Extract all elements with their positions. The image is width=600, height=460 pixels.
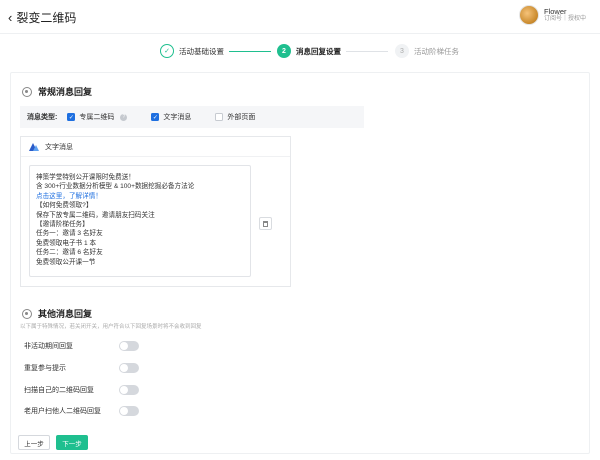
message-line: 免费领取电子书 1 本 xyxy=(36,239,97,247)
message-line: 【邀请阶梯任务】 xyxy=(36,221,89,229)
message-line: 免费领取公开课一节 xyxy=(36,258,96,266)
back-button[interactable]: ‹ 裂变二维码 xyxy=(8,9,76,26)
message-line: 保存下放专属二维码，邀请朋友扫码关注 xyxy=(36,211,155,219)
text-message-panel: 文字消息 神策学堂特别公开课限时免费送！ 含 300+行业数据分析模型 & 100… xyxy=(20,136,291,287)
message-textarea[interactable]: 神策学堂特别公开课限时免费送！ 含 300+行业数据分析模型 & 100+数据挖掘… xyxy=(29,165,251,277)
step-connector xyxy=(346,51,388,52)
checkbox-text-message[interactable]: ✓ 文字消息 xyxy=(151,112,191,122)
user-role: 订阅号｜授权中 xyxy=(543,15,586,22)
step-connector xyxy=(229,51,271,52)
toggle-label: 重复参与提示 xyxy=(24,365,66,372)
section-title: 常规消息回复 xyxy=(38,87,93,97)
panel-header: 文字消息 xyxy=(21,137,290,157)
toggle-switch[interactable] xyxy=(119,341,139,351)
mountain-logo-icon xyxy=(29,142,39,151)
message-line: 神策学堂特别公开课限时免费送！ xyxy=(36,174,135,181)
step-number: 3 xyxy=(395,44,409,58)
checkbox-label: 外部页面 xyxy=(227,114,256,121)
regular-reply-heading: 常规消息回复 xyxy=(22,85,92,98)
step-number: 2 xyxy=(277,44,291,58)
user-profile[interactable]: Flower 订阅号｜授权中 xyxy=(518,5,586,25)
info-icon[interactable]: ? xyxy=(120,113,128,121)
toggle-row-old-user: 老用户扫他人二维码回复 xyxy=(24,406,139,416)
step-progress: ✓ 活动基础设置 2 消息回复设置 3 活动阶梯任务 xyxy=(0,36,600,68)
other-reply-heading: 其他消息回复 xyxy=(22,307,92,320)
page-title: 裂变二维码 xyxy=(16,11,77,25)
checkbox-external-page[interactable]: 外部页面 xyxy=(215,112,255,122)
message-type-bar: 消息类型: ✓ 专属二维码 ? ✓ 文字消息 外部页面 xyxy=(20,106,364,128)
prev-step-button[interactable]: 上一步 xyxy=(18,435,50,450)
toggle-row-off-period: 非活动期间回复 xyxy=(24,341,139,351)
step-check-icon: ✓ xyxy=(160,44,174,58)
message-type-label: 消息类型: xyxy=(27,114,58,121)
avatar[interactable] xyxy=(518,5,539,25)
toggle-label: 老用户扫他人二维码回复 xyxy=(24,408,101,415)
message-line: 【如何免费领取?】 xyxy=(36,202,93,210)
step-label: 活动基础设置 xyxy=(179,46,224,56)
message-line: 含 300+行业数据分析模型 & 100+数据挖掘必备方法论 xyxy=(36,183,195,191)
checkbox-label: 专属二维码 xyxy=(79,114,115,121)
step-ladder-tasks[interactable]: 3 活动阶梯任务 xyxy=(395,44,459,58)
panel-title: 文字消息 xyxy=(45,143,73,151)
other-reply-hint: 以下属于特殊情况，若关闭开关，用户符合以下回复场景时将不会收到回复 xyxy=(20,324,202,330)
message-line: 任务二：邀请 6 名好友 xyxy=(36,249,103,257)
checkbox-checked-icon[interactable]: ✓ xyxy=(67,113,76,121)
checkbox-label: 文字消息 xyxy=(163,114,192,121)
checkbox-unchecked-icon[interactable] xyxy=(215,113,224,121)
user-name: Flower xyxy=(543,6,567,16)
toggle-row-own-qrcode: 扫描自己的二维码回复 xyxy=(24,385,139,395)
step-basic-settings[interactable]: ✓ 活动基础设置 xyxy=(160,44,224,58)
top-bar: ‹ 裂变二维码 Flower 订阅号｜授权中 xyxy=(0,0,600,34)
gear-icon xyxy=(22,308,32,319)
next-step-button[interactable]: 下一步 xyxy=(56,435,88,450)
toggle-switch[interactable] xyxy=(119,363,139,373)
step-label: 消息回复设置 xyxy=(296,46,341,56)
trash-icon[interactable] xyxy=(263,220,268,227)
toggle-row-repeat-hint: 重复参与提示 xyxy=(24,363,139,373)
gear-icon xyxy=(22,86,32,97)
delete-button[interactable] xyxy=(259,217,272,230)
checkbox-qrcode[interactable]: ✓ 专属二维码 ? xyxy=(67,112,128,122)
section-title: 其他消息回复 xyxy=(38,309,93,319)
checkbox-checked-icon[interactable]: ✓ xyxy=(151,113,160,121)
chevron-left-icon[interactable]: ‹ xyxy=(8,10,12,25)
message-line: 任务一：邀请 3 名好友 xyxy=(36,230,103,238)
toggle-switch[interactable] xyxy=(119,406,139,416)
toggle-switch[interactable] xyxy=(119,385,139,395)
step-label: 活动阶梯任务 xyxy=(414,46,459,56)
step-message-reply[interactable]: 2 消息回复设置 xyxy=(277,44,341,58)
toggle-label: 非活动期间回复 xyxy=(24,343,73,350)
message-link[interactable]: 点击这里，了解详情！ xyxy=(36,192,244,201)
toggle-label: 扫描自己的二维码回复 xyxy=(24,387,94,394)
